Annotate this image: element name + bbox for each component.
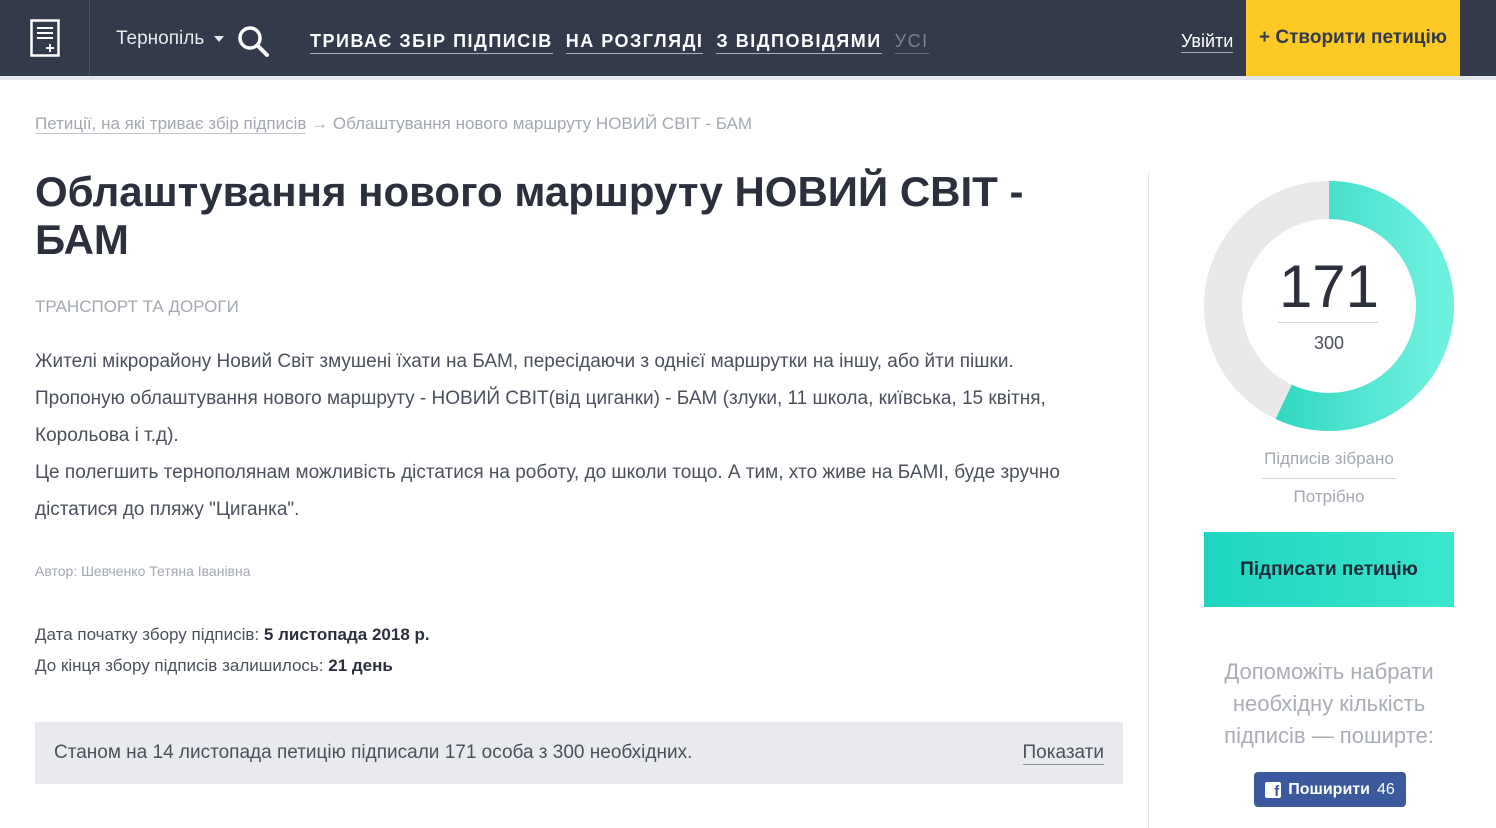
signatures-required-count: 300 [1313, 333, 1345, 353]
login-link[interactable]: Увійти [1181, 30, 1234, 53]
signatures-status-box: Станом на 14 листопада петицію підписали… [35, 722, 1123, 784]
breadcrumb-separator: → [311, 114, 329, 133]
petition-description: Жителі мікрорайону Новий Світ змушені їх… [35, 343, 1120, 528]
share-label: Поширити [1288, 780, 1370, 798]
petition-author: Автор: Шевченко Тетяна Іванівна [35, 563, 251, 579]
signatures-collected-count: 171 [1278, 253, 1380, 320]
page-title: Облаштування нового маршруту НОВИЙ СВІТ … [35, 168, 1024, 263]
facebook-share-button[interactable]: f Поширити 46 [1254, 772, 1406, 807]
city-label: Тернопіль [116, 28, 205, 49]
nav-under-review[interactable]: НА РОЗГЛЯДІ [565, 30, 704, 54]
description-paragraph: Пропоную облаштування нового маршруту - … [35, 388, 1046, 446]
breadcrumb-current: Облаштування нового маршруту НОВИЙ СВІТ … [332, 114, 753, 133]
share-count: 46 [1376, 780, 1395, 798]
start-date-label: Дата початку збору підписів: [35, 625, 260, 644]
top-navigation-bar: Тернопіль ТРИВАЄ ЗБІР ПІДПИСІВ НА РОЗГЛЯ… [0, 0, 1496, 76]
search-icon[interactable] [236, 24, 270, 58]
petition-document-icon [29, 19, 60, 57]
sidebar-divider [1148, 172, 1149, 828]
show-signers-link[interactable]: Показати [1022, 742, 1104, 765]
start-date-row: Дата початку збору підписів: 5 листопада… [35, 619, 430, 650]
main-nav: ТРИВАЄ ЗБІР ПІДПИСІВ НА РОЗГЛЯДІ З ВІДПО… [310, 30, 929, 54]
nav-all[interactable]: УСІ [894, 30, 929, 54]
facebook-icon: f [1265, 781, 1282, 799]
required-label: Потрібно [1293, 487, 1365, 506]
description-paragraph: Жителі мікрорайону Новий Світ змушені їх… [35, 351, 1014, 372]
description-paragraph: Це полегшить тернополянам можливість діс… [35, 462, 1060, 520]
signatures-status-text: Станом на 14 листопада петицію підписали… [54, 742, 693, 763]
remaining-time-value: 21 день [328, 656, 393, 675]
count-divider [1278, 322, 1378, 323]
sign-petition-button[interactable]: Підписати петицію [1204, 532, 1454, 607]
chevron-down-icon [214, 36, 225, 42]
start-date-value: 5 листопада 2018 р. [263, 625, 430, 644]
share-help-text: Допоможіть набрати необхідну кількість п… [1224, 659, 1434, 748]
collected-label: Підписів зібрано [1264, 449, 1394, 468]
nav-collecting[interactable]: ТРИВАЄ ЗБІР ПІДПИСІВ [310, 30, 553, 54]
city-selector[interactable]: Тернопіль [116, 28, 225, 50]
remaining-time-row: До кінця збору підписів залишилось: 21 д… [35, 650, 430, 681]
logo[interactable] [0, 0, 90, 76]
nav-answered[interactable]: З ВІДПОВІДЯМИ [716, 30, 882, 54]
labels-divider [1262, 478, 1396, 479]
petition-category[interactable]: ТРАНСПОРТ ТА ДОРОГИ [35, 297, 239, 317]
petition-dates: Дата початку збору підписів: 5 листопада… [35, 619, 430, 681]
breadcrumb-parent-link[interactable]: Петиції, на які триває збір підписів [35, 114, 307, 134]
remaining-time-label: До кінця збору підписів залишилось: [35, 656, 324, 675]
create-petition-button[interactable]: + Створити петицію [1246, 0, 1460, 76]
header-divider [0, 76, 1496, 80]
breadcrumb: Петиції, на які триває збір підписів → О… [35, 114, 752, 134]
